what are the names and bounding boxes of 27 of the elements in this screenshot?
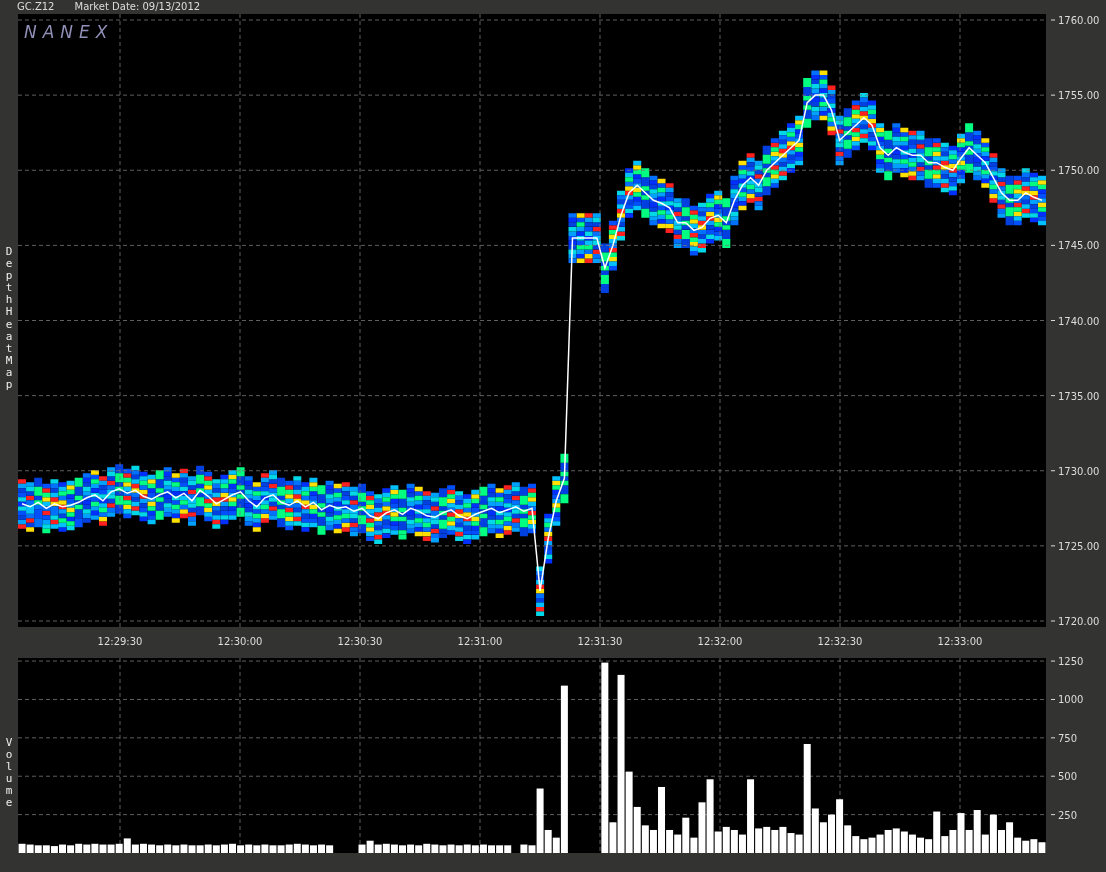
volume-axis-label: 250: [1058, 809, 1078, 821]
price-axis-label: 1725.00: [1058, 540, 1100, 552]
price-axis-label: 1730.00: [1058, 465, 1100, 477]
volume-axis-label: 1250: [1058, 656, 1084, 668]
time-axis-label: 12:31:00: [457, 636, 503, 647]
volume-axis-label: 500: [1058, 771, 1078, 783]
time-axis-label: 12:31:30: [577, 636, 623, 647]
depth-heat-map-axis-title: Depth Heat Map: [5, 246, 13, 392]
time-axis-label: 12:33:00: [937, 636, 983, 647]
symbol-label: GC.Z12: [17, 0, 55, 14]
volume-axis-label: 1000: [1058, 694, 1084, 706]
price-axis-label: 1720.00: [1058, 616, 1100, 627]
volume-axis-title: Volume: [5, 737, 13, 810]
volume-axis-label: 750: [1058, 732, 1078, 744]
price-axis-label: 1760.00: [1058, 15, 1100, 26]
price-axis-label: 1735.00: [1058, 390, 1100, 402]
time-axis-label: 12:30:00: [217, 636, 263, 647]
time-axis-label: 12:29:30: [97, 636, 143, 647]
price-axis-label: 1755.00: [1058, 90, 1100, 102]
nanex-logo: NANEX: [24, 22, 114, 42]
price-axis-label: 1750.00: [1058, 165, 1100, 177]
price-axis-label: 1740.00: [1058, 315, 1100, 327]
time-axis-label: 12:32:30: [817, 636, 863, 647]
time-axis-label: 12:30:30: [337, 636, 383, 647]
market-date-label: Market Date: 09/13/2012: [74, 0, 201, 14]
price-axis-label: 1745.00: [1058, 240, 1100, 252]
time-axis-label: 12:32:00: [697, 636, 743, 647]
